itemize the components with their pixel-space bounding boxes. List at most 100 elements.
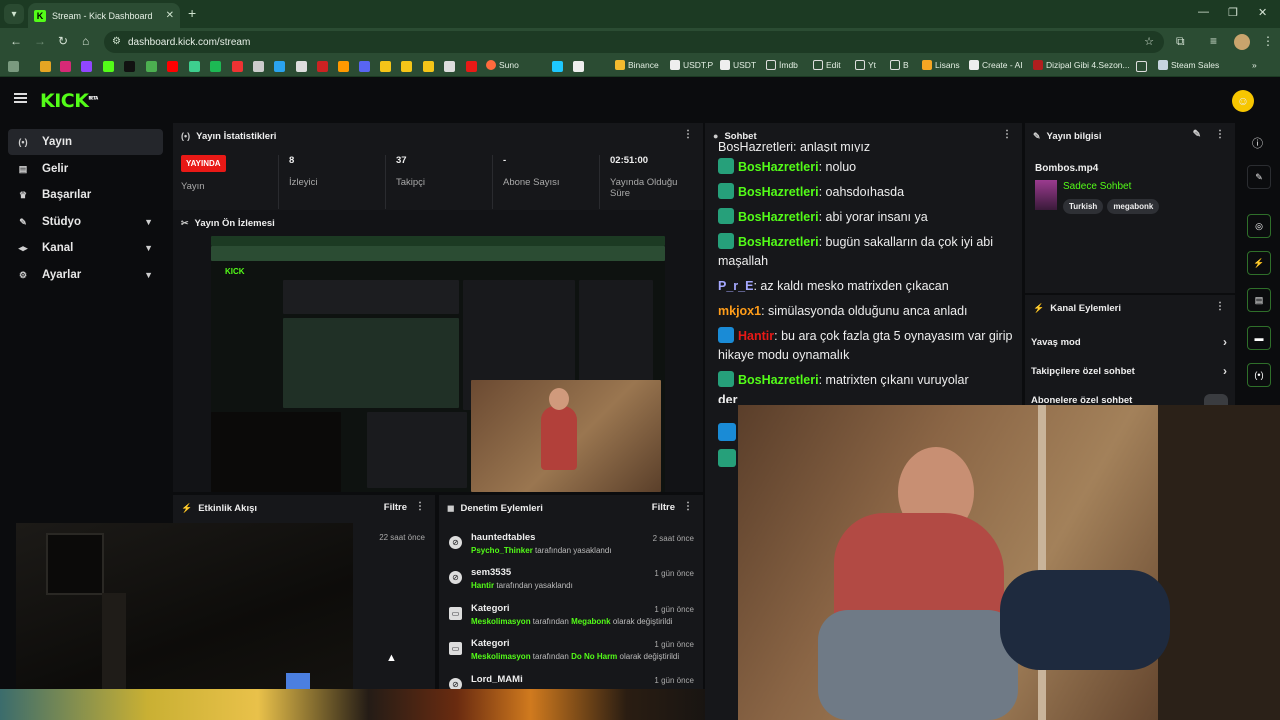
activity-header: ⚡ Etkinlik Akışı Filtre ⋮ bbox=[181, 501, 425, 514]
kick-icon[interactable] bbox=[103, 61, 114, 72]
bookmark-folder-yt[interactable]: Yt bbox=[855, 60, 876, 70]
back-icon[interactable]: ← bbox=[10, 34, 22, 48]
chat-username[interactable]: BosHazretleri bbox=[738, 373, 819, 387]
subscribers-only-action[interactable]: Abonelere özel sohbet bbox=[1031, 395, 1227, 405]
target-icon[interactable]: ◎ bbox=[1247, 214, 1271, 238]
bookmark-favicon-icon[interactable] bbox=[423, 61, 434, 72]
tag-turkish[interactable]: Turkish bbox=[1063, 199, 1104, 214]
broadcast-icon[interactable]: (•) bbox=[1247, 363, 1271, 387]
address-bar[interactable]: ⚙ dashboard.kick.com/stream ☆ bbox=[104, 31, 1164, 53]
chat-username[interactable]: mkjox1 bbox=[718, 304, 761, 318]
category-thumbnail[interactable] bbox=[1035, 180, 1057, 210]
kick-logo[interactable]: KICKBETA bbox=[40, 90, 98, 112]
tab-search-icon[interactable]: ▾ bbox=[4, 4, 24, 24]
chat-username[interactable]: BosHazretleri bbox=[738, 235, 819, 249]
bookmark-favicon-icon[interactable] bbox=[317, 61, 328, 72]
bookmark-favicon-icon[interactable] bbox=[146, 61, 157, 72]
edit-icon[interactable]: ✎ bbox=[1193, 129, 1201, 140]
browser-tab[interactable]: K Stream - Kick Dashboard ✕ bbox=[28, 3, 180, 28]
bookmark-favicon-icon[interactable] bbox=[466, 61, 477, 72]
bookmark-favicon-icon[interactable] bbox=[274, 61, 285, 72]
close-window-icon[interactable]: ✕ bbox=[1258, 6, 1267, 19]
bookmark-favicon-icon[interactable] bbox=[189, 61, 200, 72]
spotify-icon[interactable] bbox=[210, 61, 221, 72]
lightning-icon[interactable]: ⚡ bbox=[1247, 251, 1271, 275]
bookmark-binance[interactable]: Binance bbox=[615, 60, 659, 70]
subscribers-only-toggle[interactable] bbox=[1204, 394, 1228, 405]
bookmark-lisans[interactable]: Lisans bbox=[922, 60, 960, 70]
more-bookmarks-icon[interactable]: » bbox=[1252, 60, 1257, 70]
more-options-icon[interactable]: ⋮ bbox=[683, 129, 693, 140]
document-icon[interactable]: ▤ bbox=[1247, 288, 1271, 312]
restore-icon[interactable]: ❐ bbox=[1228, 6, 1238, 19]
bookmark-favicon-icon[interactable] bbox=[296, 61, 307, 72]
profile-avatar[interactable] bbox=[1234, 34, 1250, 50]
bookmark-folder-b[interactable]: B bbox=[890, 60, 909, 70]
bookmark-usdt-p[interactable]: USDT.P bbox=[670, 60, 713, 70]
bookmark-favicon-icon[interactable] bbox=[444, 61, 455, 72]
more-options-icon[interactable]: ⋮ bbox=[1215, 129, 1225, 140]
bookmark-favicon-icon[interactable] bbox=[401, 61, 412, 72]
bookmark-favicon-icon[interactable] bbox=[552, 61, 563, 72]
apps-grid-icon[interactable] bbox=[8, 61, 19, 72]
extensions-icon[interactable]: ⧉ bbox=[1176, 34, 1185, 49]
activity-filter-button[interactable]: Filtre bbox=[384, 502, 407, 513]
slow-mode-action[interactable]: Yavaş mod › bbox=[1031, 335, 1227, 349]
bookmark-favicon-icon[interactable] bbox=[253, 61, 264, 72]
category-name[interactable]: Sadece Sohbet bbox=[1063, 181, 1131, 192]
bookmark-favicon-icon[interactable] bbox=[338, 61, 349, 72]
sidebar-item-gelir[interactable]: ▤ Gelir bbox=[8, 156, 163, 182]
home-icon[interactable]: ⌂ bbox=[82, 34, 89, 48]
bookmark-favicon-icon[interactable] bbox=[40, 61, 51, 72]
tag-megabonk[interactable]: megabonk bbox=[1107, 199, 1160, 214]
chat-username[interactable]: BosHazretleri bbox=[738, 160, 819, 174]
instagram-icon[interactable] bbox=[60, 61, 71, 72]
sidebar-item-studyo[interactable]: ✎ Stüdyo ▼ bbox=[8, 209, 163, 235]
followers-only-action[interactable]: Takipçilere özel sohbet › bbox=[1031, 364, 1227, 378]
chat-username[interactable]: Hantir bbox=[738, 329, 774, 343]
bookmark-folder-edit[interactable]: Edit bbox=[813, 60, 841, 70]
menu-icon[interactable] bbox=[14, 93, 27, 103]
bookmark-steam-sales[interactable]: Steam Sales bbox=[1158, 60, 1219, 70]
media-icon[interactable]: ≡ bbox=[1210, 34, 1217, 48]
user-avatar[interactable]: ☺ bbox=[1232, 90, 1254, 112]
pencil-icon[interactable]: ✎ bbox=[1247, 165, 1271, 189]
close-tab-icon[interactable]: ✕ bbox=[166, 10, 174, 21]
more-options-icon[interactable]: ⋮ bbox=[683, 501, 693, 512]
info-icon[interactable]: ⓘ bbox=[1252, 135, 1263, 151]
reload-icon[interactable]: ↻ bbox=[58, 34, 68, 48]
sidebar-item-kanal[interactable]: ◂▸ Kanal ▼ bbox=[8, 235, 163, 261]
twitch-icon[interactable] bbox=[81, 61, 92, 72]
tiktok-icon[interactable] bbox=[124, 61, 135, 72]
more-options-icon[interactable]: ⋮ bbox=[415, 501, 425, 512]
more-options-icon[interactable]: ⋮ bbox=[1215, 301, 1225, 312]
chat-bubble-icon[interactable]: ▬ bbox=[1247, 326, 1271, 350]
bookmark-dizipal[interactable]: Dizipal Gibi 4.Sezon... bbox=[1033, 60, 1130, 70]
youtube-icon[interactable] bbox=[167, 61, 178, 72]
forward-icon[interactable]: → bbox=[34, 34, 46, 48]
bookmark-folder-imdb[interactable]: İmdb bbox=[766, 60, 798, 70]
chat-username[interactable]: P_r_E bbox=[718, 279, 753, 293]
moderation-filter-button[interactable]: Filtre bbox=[652, 502, 675, 513]
chat-username[interactable]: BosHazretleri bbox=[738, 210, 819, 224]
bookmark-favicon-icon[interactable] bbox=[380, 61, 391, 72]
folder-icon[interactable] bbox=[1136, 61, 1147, 72]
minimize-icon[interactable]: — bbox=[1198, 6, 1209, 18]
more-options-icon[interactable]: ⋮ bbox=[1002, 129, 1012, 140]
bookmark-usdt[interactable]: USDT bbox=[720, 60, 756, 70]
chat-username[interactable]: der bbox=[718, 393, 737, 403]
stream-preview-video[interactable]: KICK bbox=[211, 236, 665, 492]
sidebar-item-yayin[interactable]: (•) Yayın bbox=[8, 129, 163, 155]
sidebar-item-ayarlar[interactable]: ⚙ Ayarlar ▼ bbox=[8, 262, 163, 288]
browser-menu-icon[interactable]: ⋮ bbox=[1262, 34, 1274, 48]
new-tab-icon[interactable]: + bbox=[188, 5, 196, 21]
bookmark-suno[interactable]: Suno bbox=[486, 60, 519, 70]
bookmark-create-ai[interactable]: Create - AI bbox=[969, 60, 1023, 70]
bookmark-favicon-icon[interactable] bbox=[359, 61, 370, 72]
sidebar-item-basarilar[interactable]: ♛ Başarılar bbox=[8, 182, 163, 208]
bookmark-favicon-icon[interactable] bbox=[573, 61, 584, 72]
site-info-icon[interactable]: ⚙ bbox=[112, 36, 121, 47]
chat-username[interactable]: BosHazretleri bbox=[738, 185, 819, 199]
bookmark-star-icon[interactable]: ☆ bbox=[1144, 35, 1154, 48]
bookmark-favicon-icon[interactable] bbox=[232, 61, 243, 72]
